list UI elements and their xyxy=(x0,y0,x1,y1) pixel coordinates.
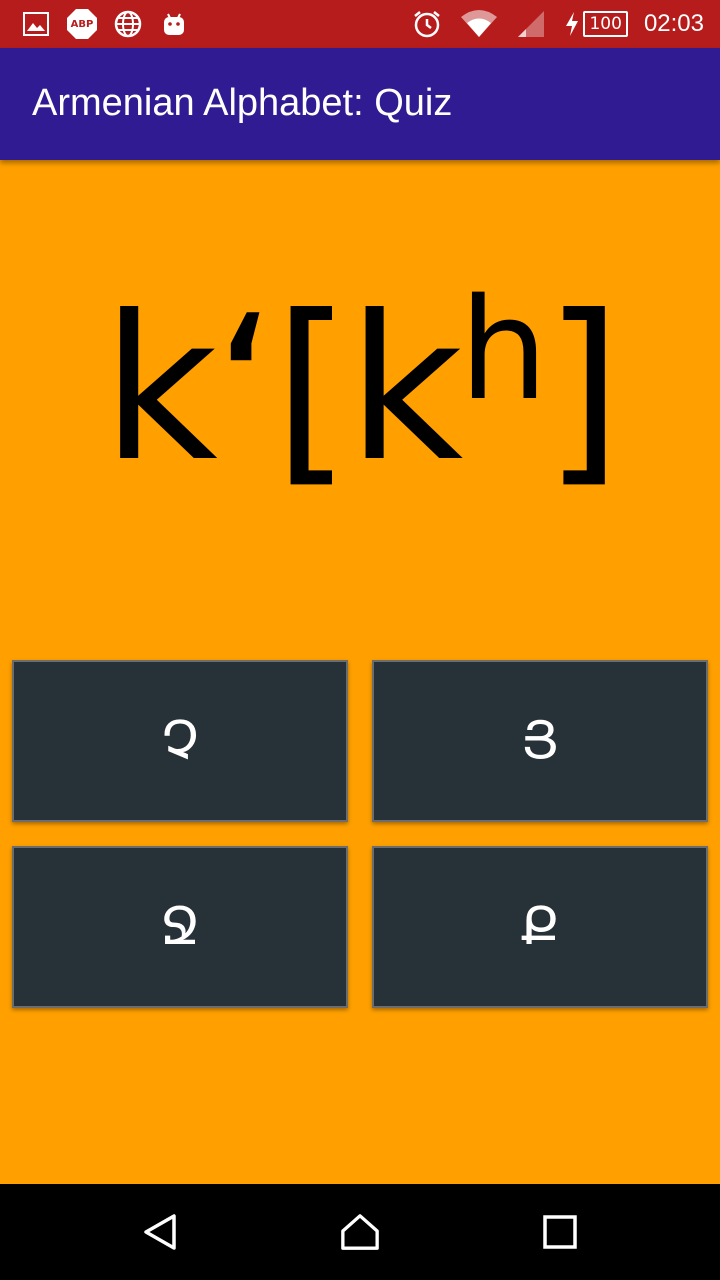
answer-button-1[interactable]: Չ xyxy=(12,660,348,822)
prompt-main: k‘[k xyxy=(101,273,463,506)
charging-icon xyxy=(563,8,581,40)
answer-label: Ջ xyxy=(160,897,200,957)
answer-button-3[interactable]: Ջ xyxy=(12,846,348,1008)
prompt-superscript: h xyxy=(459,269,548,432)
battery-level: 100 xyxy=(583,11,628,37)
quiz-content: k‘[kh] Չ Յ Ջ Ք xyxy=(0,160,720,1184)
status-bar: ABP 100 02:03 xyxy=(0,0,720,48)
prompt-end: ] xyxy=(543,273,622,506)
answer-button-2[interactable]: Յ xyxy=(372,660,708,822)
navigation-bar xyxy=(0,1184,720,1280)
answer-label: Չ xyxy=(161,711,199,771)
battery-indicator: 100 xyxy=(563,8,628,40)
recent-apps-button[interactable] xyxy=(540,1212,580,1252)
app-title: Armenian Alphabet: Quiz xyxy=(32,82,453,124)
android-icon xyxy=(158,8,190,40)
adblock-plus-icon: ABP xyxy=(66,8,98,40)
abp-text: ABP xyxy=(67,9,97,39)
wifi-icon xyxy=(459,8,499,40)
home-icon xyxy=(341,1214,379,1250)
signal-icon xyxy=(515,8,547,40)
answer-label: Յ xyxy=(521,711,559,771)
image-icon xyxy=(20,8,52,40)
quiz-prompt: k‘[kh] xyxy=(0,260,720,520)
status-clock: 02:03 xyxy=(643,10,704,37)
back-icon xyxy=(144,1214,176,1250)
recent-apps-icon xyxy=(543,1215,577,1249)
back-button[interactable] xyxy=(140,1212,180,1252)
globe-icon xyxy=(112,8,144,40)
answer-label: Ք xyxy=(520,897,560,957)
home-button[interactable] xyxy=(340,1212,380,1252)
alarm-icon xyxy=(411,8,443,40)
app-bar: Armenian Alphabet: Quiz xyxy=(0,48,720,160)
answer-button-4[interactable]: Ք xyxy=(372,846,708,1008)
